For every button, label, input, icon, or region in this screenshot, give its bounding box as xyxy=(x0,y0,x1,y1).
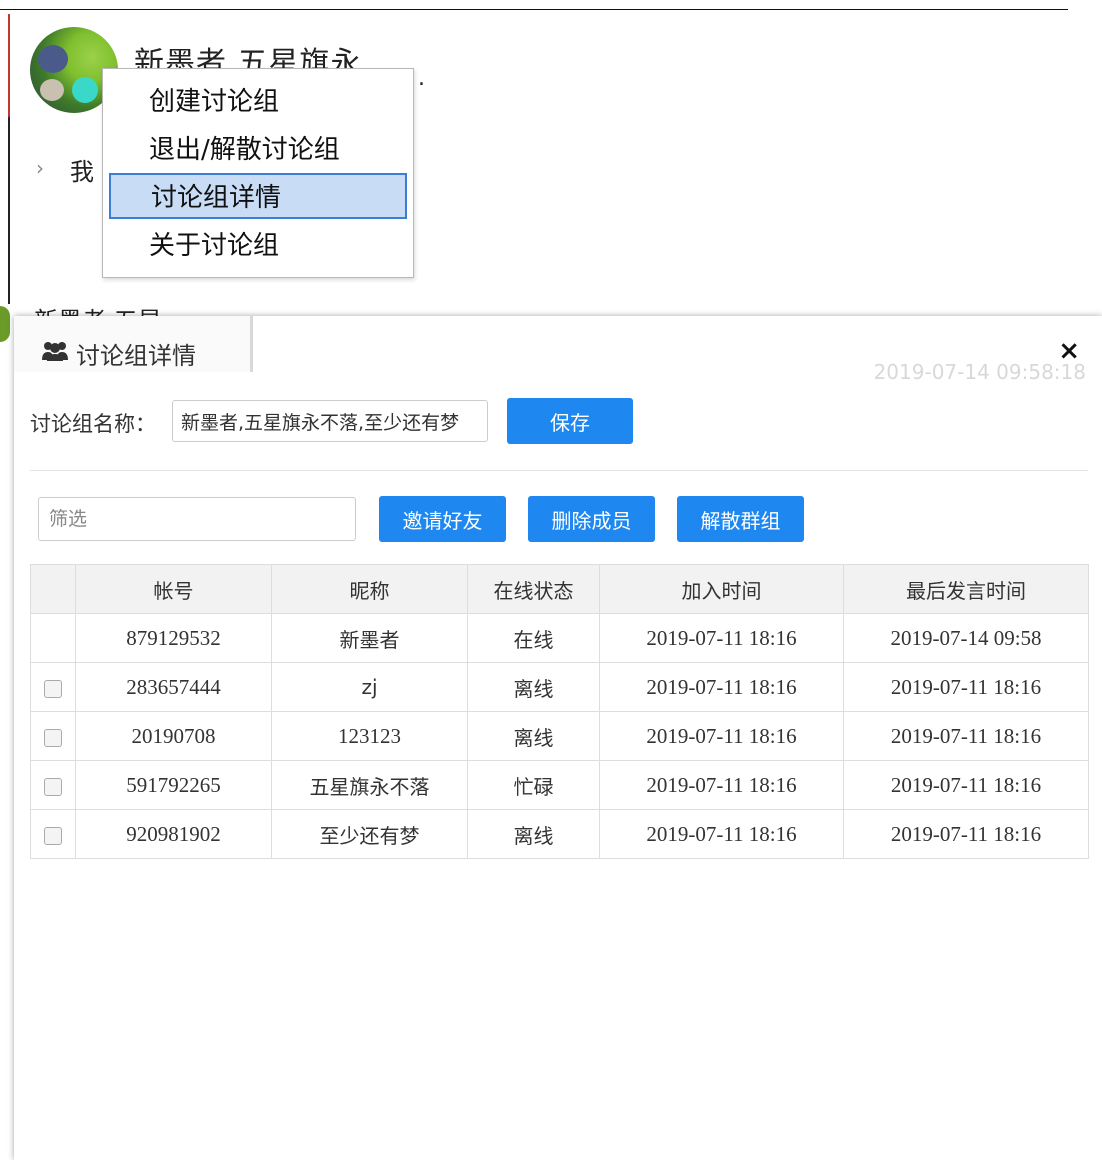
account-cell: 591792265 xyxy=(75,760,272,810)
timestamp: 2019-07-14 09:58:18 xyxy=(873,360,1086,384)
row-select-cell xyxy=(30,613,76,663)
nickname-cell: zj xyxy=(271,662,468,712)
account-cell: 879129532 xyxy=(75,613,272,663)
users-icon xyxy=(42,342,68,361)
column-header-select xyxy=(30,564,76,614)
filter-input[interactable] xyxy=(38,497,356,541)
menu-item-group-details[interactable]: 讨论组详情 xyxy=(109,173,407,219)
joined-cell: 2019-07-11 18:16 xyxy=(599,760,844,810)
last-spoke-cell: 2019-07-11 18:16 xyxy=(843,760,1089,810)
account-cell: 920981902 xyxy=(75,809,272,859)
status-cell: 离线 xyxy=(467,711,600,761)
last-spoke-cell: 2019-07-11 18:16 xyxy=(843,662,1089,712)
row-select-cell xyxy=(30,760,76,810)
menu-item-leave-group[interactable]: 退出/解散讨论组 xyxy=(109,127,407,173)
account-cell: 20190708 xyxy=(75,711,272,761)
close-icon[interactable]: × xyxy=(1058,336,1080,366)
table-row[interactable]: 591792265 五星旗永不落 忙碌 2019-07-11 18:16 201… xyxy=(30,760,1089,810)
dialog-title: 讨论组详情 xyxy=(76,342,196,370)
last-spoke-cell: 2019-07-11 18:16 xyxy=(843,809,1089,859)
dissolve-group-button[interactable]: 解散群组 xyxy=(677,496,804,542)
status-cell: 离线 xyxy=(467,809,600,859)
chevron-right-icon[interactable]: › xyxy=(36,156,44,180)
last-spoke-cell: 2019-07-11 18:16 xyxy=(843,711,1089,761)
joined-cell: 2019-07-11 18:16 xyxy=(599,613,844,663)
last-spoke-cell: 2019-07-14 09:58 xyxy=(843,613,1089,663)
table-row[interactable]: 283657444 zj 离线 2019-07-11 18:16 2019-07… xyxy=(30,662,1089,712)
table-row[interactable]: 879129532 新墨者 在线 2019-07-11 18:16 2019-0… xyxy=(30,613,1089,663)
top-divider xyxy=(0,9,1068,10)
joined-cell: 2019-07-11 18:16 xyxy=(599,809,844,859)
members-table: 帐号 昵称 在线状态 加入时间 最后发言时间 879129532 新墨者 在线 … xyxy=(30,564,1089,859)
row-select-cell xyxy=(30,809,76,859)
row-checkbox[interactable] xyxy=(44,679,62,698)
status-cell: 离线 xyxy=(467,662,600,712)
column-header-last-spoke[interactable]: 最后发言时间 xyxy=(843,564,1089,614)
nickname-cell: 至少还有梦 xyxy=(271,809,468,859)
account-cell: 283657444 xyxy=(75,662,272,712)
status-cell: 在线 xyxy=(467,613,600,663)
column-header-nickname[interactable]: 昵称 xyxy=(271,564,468,614)
side-item-label[interactable]: 我 xyxy=(70,152,94,187)
save-button[interactable]: 保存 xyxy=(507,398,633,444)
dialog-header: 讨论组详情 2019-07-14 09:58:18 × xyxy=(14,316,1102,384)
menu-item-create-group[interactable]: 创建讨论组 xyxy=(109,79,407,125)
joined-cell: 2019-07-11 18:16 xyxy=(599,711,844,761)
joined-cell: 2019-07-11 18:16 xyxy=(599,662,844,712)
row-select-cell xyxy=(30,711,76,761)
column-header-account[interactable]: 帐号 xyxy=(75,564,272,614)
group-title: 新墨者,五星旗永 xyxy=(134,46,362,70)
column-header-status[interactable]: 在线状态 xyxy=(467,564,600,614)
title-ellipsis: . xyxy=(418,66,425,91)
invite-friends-button[interactable]: 邀请好友 xyxy=(379,496,506,542)
dialog-title-tab: 讨论组详情 xyxy=(14,316,253,372)
group-name-input[interactable] xyxy=(172,400,488,442)
window-edge xyxy=(8,14,10,304)
nickname-cell: 123123 xyxy=(271,711,468,761)
table-row[interactable]: 20190708 123123 离线 2019-07-11 18:16 2019… xyxy=(30,711,1089,761)
nickname-cell: 五星旗永不落 xyxy=(271,760,468,810)
row-select-cell xyxy=(30,662,76,712)
row-checkbox[interactable] xyxy=(44,728,62,747)
row-checkbox[interactable] xyxy=(44,826,62,845)
context-menu: 创建讨论组 退出/解散讨论组 讨论组详情 关于讨论组 xyxy=(102,68,414,278)
column-header-joined[interactable]: 加入时间 xyxy=(599,564,844,614)
nickname-cell: 新墨者 xyxy=(271,613,468,663)
table-header-row: 帐号 昵称 在线状态 加入时间 最后发言时间 xyxy=(30,564,1089,614)
group-name-label: 讨论组名称： xyxy=(30,412,156,436)
table-row[interactable]: 920981902 至少还有梦 离线 2019-07-11 18:16 2019… xyxy=(30,809,1089,859)
divider xyxy=(30,470,1088,471)
row-checkbox[interactable] xyxy=(44,777,62,796)
background-avatar-edge xyxy=(0,306,10,342)
menu-item-about-group[interactable]: 关于讨论组 xyxy=(109,223,407,269)
remove-member-button[interactable]: 删除成员 xyxy=(528,496,655,542)
group-details-dialog: 讨论组详情 2019-07-14 09:58:18 × 讨论组名称： 保存 邀请… xyxy=(14,316,1102,1160)
status-cell: 忙碌 xyxy=(467,760,600,810)
